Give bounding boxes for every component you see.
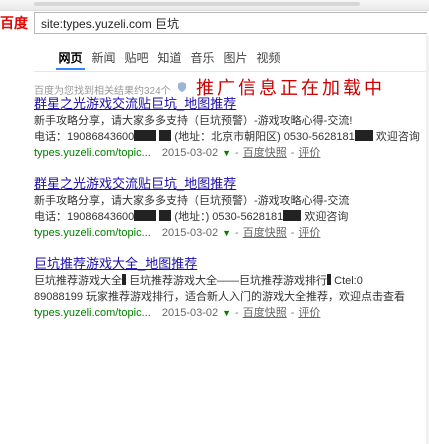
- abstract-text: (地址：) 0530-5628181: [174, 211, 284, 223]
- redaction-block: [134, 130, 157, 141]
- tab-images[interactable]: 图片: [219, 48, 252, 68]
- result-url[interactable]: types.yuzeli.com/topic...: [34, 225, 151, 241]
- redaction-block: [283, 210, 302, 221]
- abstract-text: 欢迎咨询: [304, 211, 349, 223]
- chevron-down-icon[interactable]: ▼: [222, 145, 231, 161]
- redaction-block: [327, 274, 332, 285]
- result-abstract: 巨坑推荐游戏大全 巨坑推荐游戏大全——巨坑推荐游戏排行 Ctel:0 89088…: [34, 273, 429, 305]
- result-title-link[interactable]: 群星之光游戏交流贴巨坑_地图推荐: [34, 96, 429, 112]
- search-logo[interactable]: 百度: [0, 13, 28, 35]
- abstract-text: 新手攻略分享，请大家多多支持（巨坑预警）-游戏攻略心得-交流!: [34, 115, 353, 127]
- result-title-link[interactable]: 巨坑推荐游戏大全_地图推荐: [34, 256, 429, 272]
- results-count: 百度为您找到相关结果约324个: [34, 86, 171, 97]
- tab-zhidao[interactable]: 知道: [153, 48, 186, 68]
- result-abstract: 新手攻略分享，请大家多多支持（巨坑预警）-游戏攻略心得-交流! 电话：19086…: [34, 113, 429, 145]
- meta-separator: -: [290, 147, 295, 159]
- redaction-block: [159, 130, 172, 141]
- result-item: 群星之光游戏交流贴巨坑_地图推荐 新手攻略分享，请大家多多支持（巨坑预警）-游戏…: [34, 96, 429, 161]
- abstract-text: 巨坑推荐游戏大全——巨坑推荐游戏排行: [129, 275, 328, 287]
- abstract-phone: 电话：19086843600: [34, 211, 135, 223]
- meta-separator: -: [290, 227, 295, 239]
- abstract-text: (地址：北京市朝阳区) 0530-5628181: [174, 131, 355, 143]
- snapshot-link[interactable]: 百度快照: [243, 225, 287, 241]
- redaction-block: [354, 130, 373, 141]
- tab-music[interactable]: 音乐: [186, 48, 219, 68]
- topbar-strip: [34, 2, 360, 6]
- result-url[interactable]: types.yuzeli.com/topic...: [34, 145, 151, 161]
- abstract-text: Ctel:0: [334, 275, 363, 287]
- result-item: 巨坑推荐游戏大全_地图推荐 巨坑推荐游戏大全 巨坑推荐游戏大全——巨坑推荐游戏排…: [34, 256, 429, 321]
- snapshot-link[interactable]: 百度快照: [243, 305, 287, 321]
- abstract-phone: 电话：19086843600: [34, 131, 135, 143]
- abstract-text: 巨坑推荐游戏大全: [34, 275, 122, 287]
- date-sep: [155, 225, 158, 241]
- result-meta: types.yuzeli.com/topic... 2015-03-02 ▼ -…: [34, 305, 429, 321]
- comments-link[interactable]: 评价: [298, 145, 320, 161]
- redaction-block: [122, 274, 126, 285]
- meta-separator: -: [235, 227, 239, 239]
- abstract-text: 新手攻略分享，请大家多多支持（巨坑预警）-游戏攻略心得-交流: [34, 195, 350, 207]
- result-meta: types.yuzeli.com/topic... 2015-03-02 ▼ -…: [34, 225, 429, 241]
- chevron-down-icon[interactable]: ▼: [222, 225, 231, 241]
- abstract-text: 欢迎咨询: [375, 131, 420, 143]
- meta-separator: -: [235, 307, 239, 319]
- meta-separator: -: [235, 147, 239, 159]
- result-date: 2015-03-02: [161, 227, 219, 239]
- chevron-down-icon[interactable]: ▼: [222, 305, 231, 321]
- date-sep: [155, 145, 158, 161]
- result-abstract: 新手攻略分享，请大家多多支持（巨坑预警）-游戏攻略心得-交流 电话：190868…: [34, 193, 429, 225]
- redaction-block: [134, 210, 157, 221]
- redaction-block: [159, 210, 172, 221]
- result-date: 2015-03-02: [161, 147, 219, 159]
- result-title-link[interactable]: 群星之光游戏交流贴巨坑_地图推荐: [34, 176, 429, 192]
- result-item: 群星之光游戏交流贴巨坑_地图推荐 新手攻略分享，请大家多多支持（巨坑预警）-游戏…: [34, 176, 429, 241]
- comments-link[interactable]: 评价: [298, 225, 320, 241]
- search-query-text: site:types.yuzeli.com 巨坑: [41, 16, 180, 31]
- abstract-text: 89088199 玩家推荐游戏排行，适合新人入门的游戏大全推荐，欢迎点击查看: [34, 291, 405, 303]
- result-meta: types.yuzeli.com/topic... 2015-03-02 ▼ -…: [34, 145, 429, 161]
- tabs-divider: [34, 71, 429, 72]
- result-date: 2015-03-02: [161, 307, 219, 319]
- shield-icon: [178, 82, 186, 92]
- result-url[interactable]: types.yuzeli.com/topic...: [34, 305, 151, 321]
- search-input[interactable]: site:types.yuzeli.com 巨坑: [34, 12, 427, 34]
- tab-news[interactable]: 新闻: [87, 48, 120, 68]
- meta-separator: -: [290, 307, 295, 319]
- date-sep: [155, 305, 158, 321]
- comments-link[interactable]: 评价: [298, 305, 320, 321]
- tab-tieba[interactable]: 贴吧: [120, 48, 153, 68]
- tab-web[interactable]: 网页: [54, 48, 87, 70]
- snapshot-link[interactable]: 百度快照: [243, 145, 287, 161]
- tab-video[interactable]: 视频: [252, 48, 285, 68]
- browser-topbar: [0, 0, 429, 11]
- search-tabs: 网页 新闻 贴吧 知道 音乐 图片 视频: [54, 48, 285, 70]
